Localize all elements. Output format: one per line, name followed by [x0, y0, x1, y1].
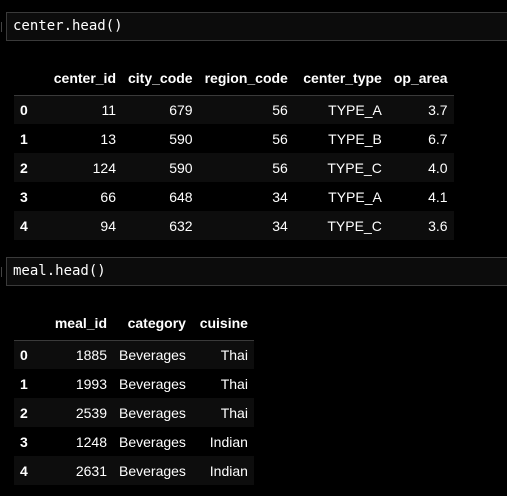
row-index: 0 [20, 101, 28, 118]
table-cell: Indian [209, 433, 248, 450]
table-cell: TYPE_A [328, 101, 382, 118]
code-text[interactable]: meal.head() [13, 263, 106, 279]
table-cell: 3.6 [428, 217, 448, 234]
table-row: 1 13 590 56 TYPE_B 6.7 [14, 124, 454, 153]
row-index: 4 [20, 217, 28, 234]
table-cell: TYPE_A [328, 188, 382, 205]
index-header [14, 306, 36, 341]
column-header: center_id [36, 61, 122, 96]
table-cell: 2631 [75, 462, 107, 479]
notebook-page: { "cells": [ { "code": "center.head()", … [0, 0, 507, 496]
table-row: 2 124 590 56 TYPE_C 4.0 [14, 153, 454, 182]
column-header: region_code [198, 61, 294, 96]
code-cell-input-2[interactable]: meal.head() [1, 257, 507, 286]
table-cell: 679 [169, 101, 193, 118]
dataframe-output-center: center_id city_code region_code center_t… [14, 61, 454, 240]
table-row: 4 94 632 34 TYPE_C 3.6 [14, 211, 454, 240]
dataframe-output-meal: meal_id category cuisine 0 1885 Beverage… [14, 306, 254, 485]
table-cell: 56 [272, 130, 288, 147]
code-cell-input-1[interactable]: center.head() [1, 12, 507, 41]
table-cell: Beverages [119, 462, 186, 479]
table-cell: TYPE_C [327, 217, 382, 234]
table-row: 4 2631 Beverages Indian [14, 456, 254, 485]
table-row: 3 1248 Beverages Indian [14, 427, 254, 456]
cell-gutter-marker [1, 267, 2, 277]
table-cell: 1885 [75, 346, 107, 363]
table-cell: Thai [220, 404, 248, 421]
column-header: category [113, 306, 192, 341]
table-cell: 124 [92, 159, 116, 176]
table-row: 0 1885 Beverages Thai [14, 340, 254, 369]
table-cell: 590 [169, 159, 193, 176]
table-cell: 4.1 [428, 188, 448, 205]
table-cell: Beverages [119, 346, 186, 363]
table-cell: Indian [209, 462, 248, 479]
row-index: 3 [20, 188, 28, 205]
row-index: 1 [20, 375, 28, 392]
row-index: 2 [20, 159, 28, 176]
table-cell: 66 [100, 188, 116, 205]
table-row: 0 11 679 56 TYPE_A 3.7 [14, 95, 454, 124]
table-row: 3 66 648 34 TYPE_A 4.1 [14, 182, 454, 211]
table-cell: 6.7 [428, 130, 448, 147]
table-header-row: meal_id category cuisine [14, 306, 254, 341]
table-cell: 34 [272, 188, 288, 205]
table-row: 2 2539 Beverages Thai [14, 398, 254, 427]
table-row: 1 1993 Beverages Thai [14, 369, 254, 398]
cell-gutter-marker [1, 22, 2, 32]
table-cell: 590 [169, 130, 193, 147]
table-cell: 34 [272, 217, 288, 234]
table-cell: Beverages [119, 404, 186, 421]
table-cell: 4.0 [428, 159, 448, 176]
column-header: meal_id [36, 306, 113, 341]
table-cell: 2539 [75, 404, 107, 421]
row-index: 3 [20, 433, 28, 450]
index-header [14, 61, 36, 96]
table-cell: 56 [272, 101, 288, 118]
table-cell: 56 [272, 159, 288, 176]
table-cell: 11 [101, 101, 116, 118]
row-index: 4 [20, 462, 28, 479]
table-cell: Thai [220, 375, 248, 392]
code-text[interactable]: center.head() [13, 18, 123, 34]
table-cell: Beverages [119, 375, 186, 392]
table-cell: 632 [169, 217, 193, 234]
table-cell: Thai [220, 346, 248, 363]
table-cell: 1248 [75, 433, 107, 450]
row-index: 0 [20, 346, 28, 363]
table-cell: 13 [100, 130, 116, 147]
row-index: 1 [20, 130, 28, 147]
table-cell: TYPE_B [328, 130, 382, 147]
table-cell: TYPE_C [327, 159, 382, 176]
table-cell: 648 [169, 188, 193, 205]
column-header: cuisine [191, 306, 254, 341]
row-index: 2 [20, 404, 28, 421]
table-cell: 94 [100, 217, 116, 234]
column-header: op_area [387, 61, 454, 96]
table-cell: Beverages [119, 433, 186, 450]
column-header: center_type [293, 61, 388, 96]
column-header: city_code [122, 61, 199, 96]
table-header-row: center_id city_code region_code center_t… [14, 61, 454, 96]
table-cell: 1993 [75, 375, 107, 392]
table-cell: 3.7 [428, 101, 448, 118]
